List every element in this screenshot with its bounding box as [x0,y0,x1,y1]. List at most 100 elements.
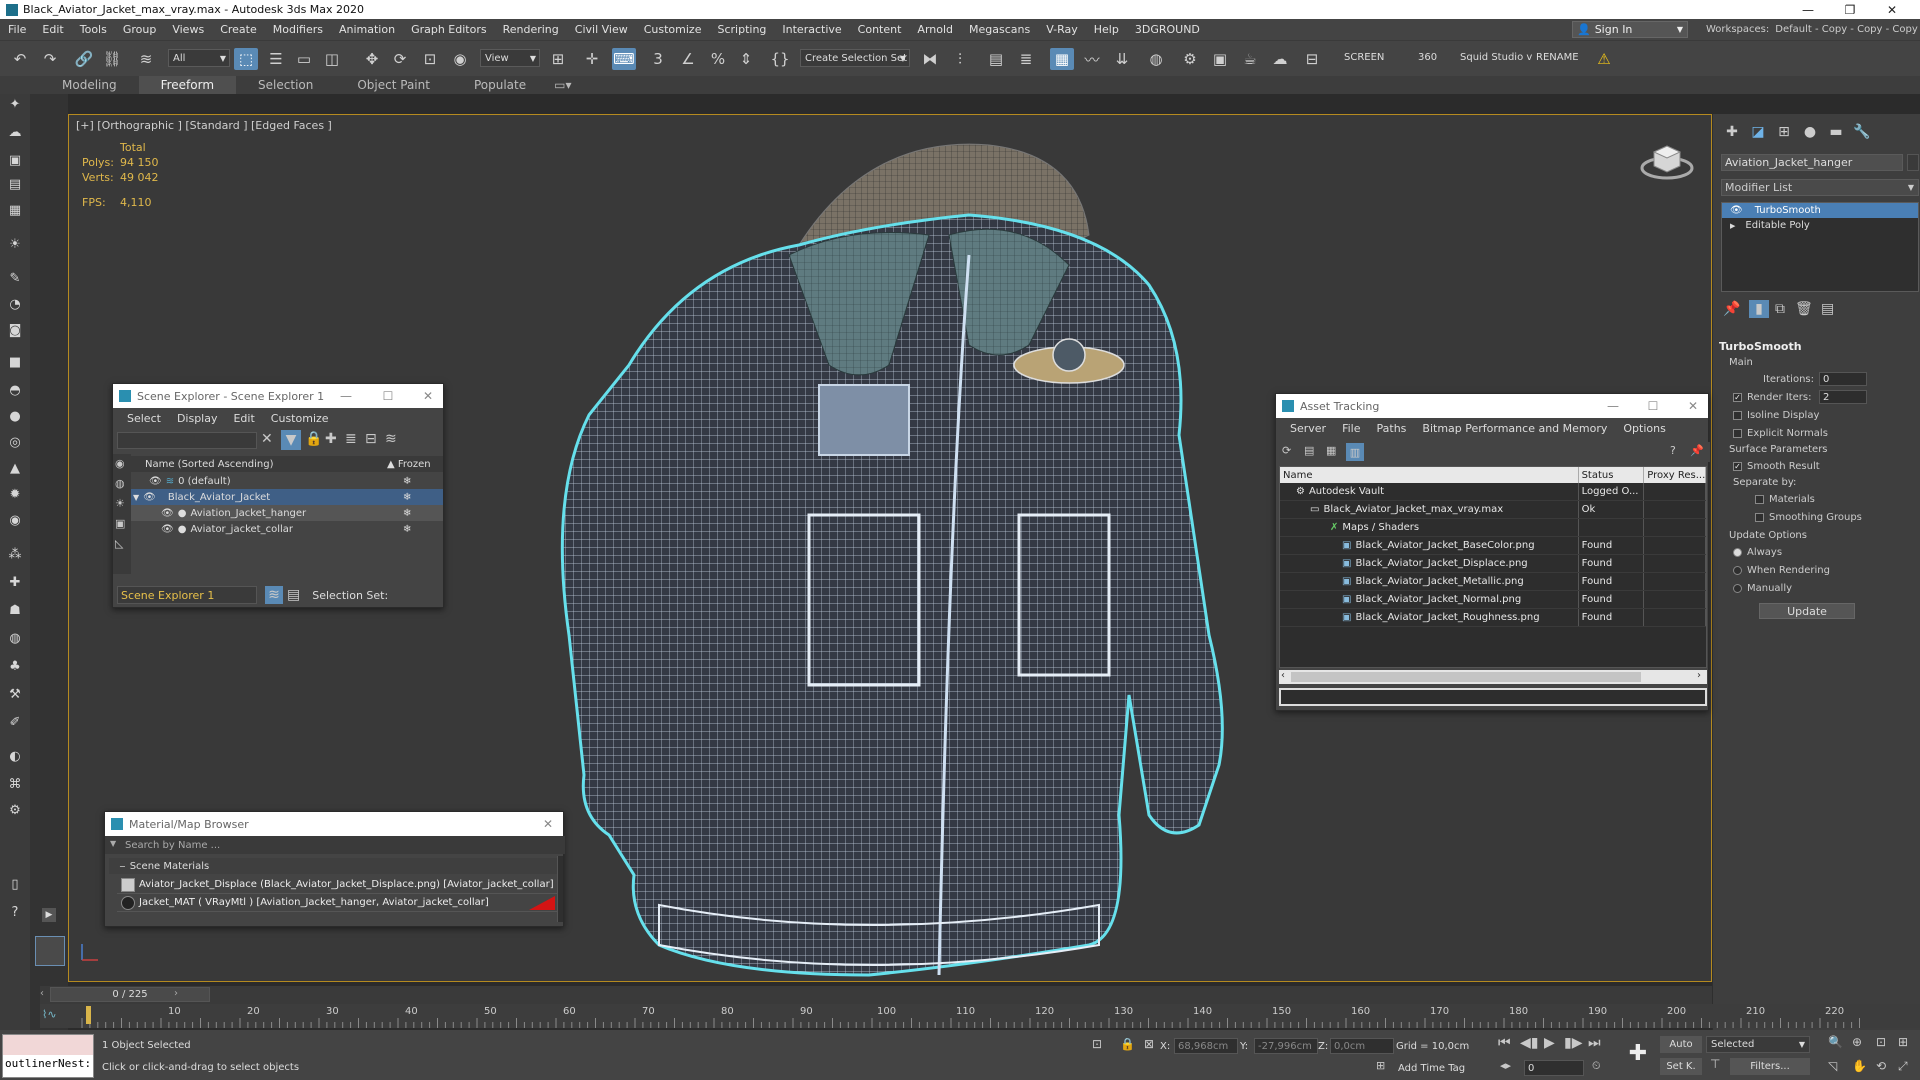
tree-row-aviator-jacket-collar[interactable]: 👁 ● Aviator_jacket_collar ❄ [131,521,443,537]
globe-icon[interactable]: ◐ [4,746,26,766]
close-button[interactable]: ✕ [533,812,563,836]
curve-editor-icon[interactable]: 〰 [1080,48,1104,70]
maxscript-input[interactable]: outlinerNest: [5,1057,91,1070]
scroll-left-icon[interactable]: ‹ [1281,670,1285,681]
degree-label[interactable]: 360 [1418,52,1437,63]
table-row[interactable]: ▣ Black_Aviator_Jacket_Roughness.png Found [1280,609,1706,627]
col-name-header[interactable]: Name [1280,467,1579,483]
current-frame-marker[interactable] [86,1006,91,1024]
track-bar[interactable]: ⌇∿ 10 20 30 40 50 60 70 80 90 100 110 12… [40,1004,1920,1028]
scroll-right-icon[interactable]: › [1697,670,1701,681]
freeze-icon[interactable]: ❄ [403,476,411,487]
squid-studio-label[interactable]: Squid Studio v [1460,52,1532,63]
table-row[interactable]: ▣ Black_Aviator_Jacket_BaseColor.png Found [1280,537,1706,555]
isoline-checkbox[interactable] [1733,410,1742,420]
go-to-end-icon[interactable]: ⏭ [1588,1036,1601,1050]
wrench-icon[interactable]: ✎ [4,268,26,288]
box-icon[interactable]: ■ [4,352,26,372]
key-mode-icon[interactable]: ◂▸ [1500,1060,1511,1071]
create-tab-icon[interactable]: ✚ [1721,122,1743,142]
menu-civil-view[interactable]: Civil View [567,23,636,36]
menu-help[interactable]: Help [1086,23,1127,36]
warning-icon[interactable]: ⚠ [1592,48,1616,70]
workspaces-selector[interactable]: Workspaces: Default - Copy - Copy - Copy [1706,19,1918,40]
materials-checkbox[interactable] [1755,494,1764,504]
at-menu-options[interactable]: Options [1615,422,1673,435]
add-layer-icon[interactable]: ✚ [325,432,337,446]
list-icon[interactable]: ▤ [1304,445,1314,456]
sort-icon[interactable]: ≋ [265,586,283,604]
create-icon[interactable]: ✦ [4,94,26,114]
zoom-extents-icon[interactable]: ⊡ [1876,1036,1886,1048]
redo-icon[interactable]: ↷ [38,48,62,70]
help-icon[interactable]: ? [1670,445,1676,456]
absolute-mode-icon[interactable]: ⊠ [1144,1038,1154,1050]
freeze-icon[interactable]: ❄ [403,508,411,519]
freeze-icon[interactable]: ❄ [403,524,411,535]
close-button[interactable]: ✕ [413,384,443,408]
menu-views[interactable]: Views [164,23,212,36]
time-slider-thumb[interactable]: 0 / 225 [50,987,210,1002]
stack-item-turbosmooth[interactable]: 👁 TurboSmooth [1722,203,1918,218]
eye-icon[interactable]: 👁 [149,476,162,487]
undo-icon[interactable]: ↶ [8,48,32,70]
x-coord-field[interactable]: 68,968cm [1174,1038,1238,1054]
next-frame-icon[interactable]: › [174,988,178,999]
field-of-view-icon[interactable]: ◹ [1828,1060,1837,1072]
at-menu-file[interactable]: File [1334,422,1368,435]
table-row[interactable]: ▣ Black_Aviator_Jacket_Metallic.png Found [1280,573,1706,591]
hemisphere-icon[interactable]: ◓ [4,380,26,400]
tree-row-aviation-jacket-hanger[interactable]: 👁 ● Aviation_Jacket_hanger ❄ [131,505,443,521]
always-radio[interactable] [1733,547,1742,557]
disc-icon[interactable]: ◉ [4,510,26,530]
cone-icon[interactable]: ▲ [4,458,26,478]
material-editor-icon[interactable]: ◍ [1144,48,1168,70]
display-geometry-icon[interactable]: ◍ [115,478,125,489]
render-in-cloud-icon[interactable]: ⊟ [1300,48,1324,70]
menu-customize[interactable]: Customize [636,23,710,36]
freeze-icon[interactable]: ❄ [403,492,411,503]
sphere-icon[interactable]: ● [4,406,26,426]
eye-icon[interactable]: 👁 [143,492,156,503]
zoom-extents-all-icon[interactable]: ⊞ [1898,1036,1908,1048]
set-key-icon[interactable]: ✚ [1622,1038,1654,1070]
vertical-scrollbar[interactable] [557,856,563,922]
menu-edit[interactable]: Edit [34,23,71,36]
torus-icon[interactable]: ◎ [4,432,26,452]
viewport-layout-thumbnail[interactable] [35,936,65,966]
paint-icon[interactable]: ✐ [4,712,26,732]
display-lights-icon[interactable]: ☀ [115,498,125,509]
iterations-spinner[interactable]: 0 [1819,372,1867,386]
expand-arrow-icon[interactable]: ▶ [1730,222,1735,230]
filter-icon[interactable]: ▼ [281,430,301,450]
current-frame-field[interactable]: 0 [1524,1060,1584,1076]
sun-icon[interactable]: ✹ [4,484,26,504]
edit-named-selection-icon[interactable]: {} [768,48,792,70]
screen-label[interactable]: SCREEN [1344,52,1384,63]
tab-freeform[interactable]: Freeform [138,76,237,94]
se-menu-customize[interactable]: Customize [263,412,337,425]
next-key-icon[interactable]: ▮▶ [1564,1036,1582,1050]
menu-tools[interactable]: Tools [72,23,115,36]
asset-tracking-titlebar[interactable]: Asset Tracking — ☐ ✕ [1276,394,1708,418]
key-filter-dropdown[interactable]: Selected ▼ [1706,1036,1810,1053]
reference-coordinate-dropdown[interactable]: View ▼ [480,49,540,67]
scale-icon[interactable]: ⊡ [418,48,442,70]
display-none-icon[interactable]: ◉ [115,458,125,469]
placement-icon[interactable]: ◉ [448,48,472,70]
render-production-icon[interactable]: ☕ [1238,48,1262,70]
menu-interactive[interactable]: Interactive [774,23,849,36]
lock-icon[interactable]: 🔒 [305,432,322,446]
go-to-start-icon[interactable]: ⏮ [1498,1036,1511,1050]
smooth-result-checkbox[interactable]: ✓ [1733,461,1742,471]
at-menu-paths[interactable]: Paths [1369,422,1415,435]
material-browser-titlebar[interactable]: Material/Map Browser ✕ [105,812,563,836]
object-color-swatch[interactable] [1907,154,1919,171]
scroll-thumb[interactable] [1291,672,1641,682]
at-menu-server[interactable]: Server [1282,422,1334,435]
menu-graph-editors[interactable]: Graph Editors [403,23,495,36]
sign-in-dropdown[interactable]: 👤 Sign In ▼ [1572,21,1688,38]
zoom-all-icon[interactable]: ⊕ [1852,1036,1862,1048]
display-helpers-icon[interactable]: ◺ [115,538,123,549]
menu-create[interactable]: Create [212,23,265,36]
